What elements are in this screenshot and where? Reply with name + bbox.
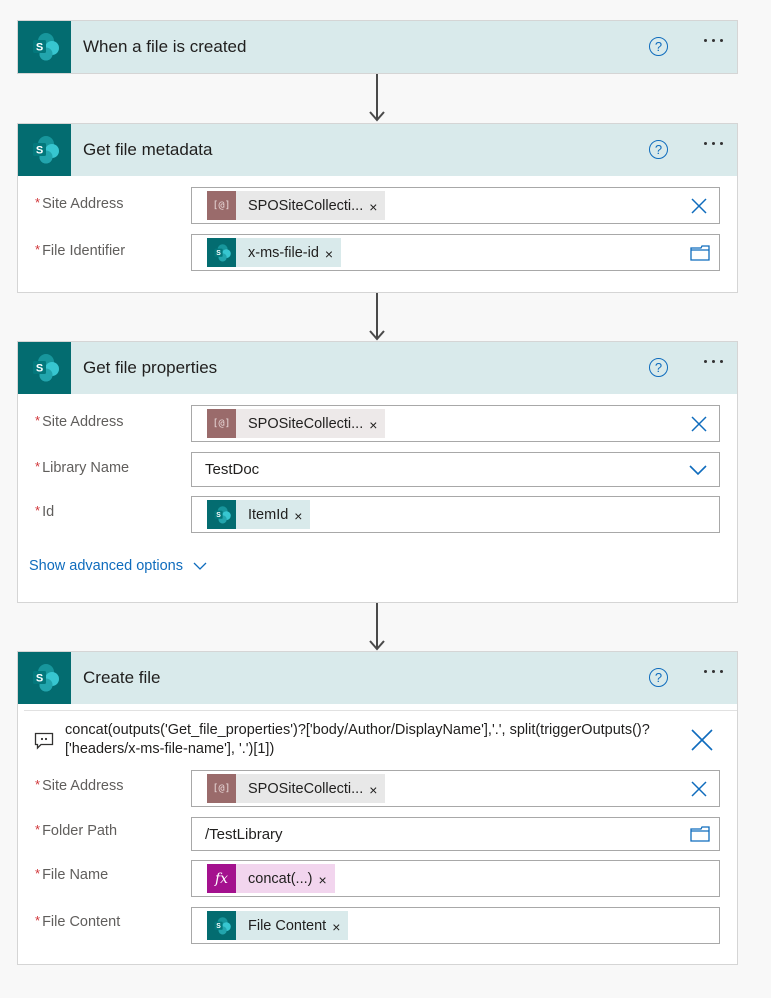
variable-icon: [@] [207,774,236,803]
expression-comment: concat(outputs('Get_file_properties')?['… [18,704,737,768]
field-label: * Library Name [35,459,130,476]
divider [24,710,737,711]
sharepoint-icon [18,652,71,704]
sharepoint-icon [207,500,236,529]
show-advanced-options-link[interactable]: Show advanced options [29,558,207,574]
folder-icon[interactable] [690,244,710,261]
site-address-input[interactable]: [@] SPOSiteCollecti... × [191,770,720,807]
step-title: Create file [83,668,161,687]
step-header[interactable]: Get file metadata ? [18,124,737,176]
more-ellipsis-icon[interactable] [704,360,723,363]
step-header[interactable]: Get file properties ? [18,342,737,394]
dynamic-token[interactable]: x-ms-file-id × [207,238,342,267]
more-ellipsis-icon[interactable] [704,670,723,673]
chevron-down-icon [193,562,207,570]
dynamic-token[interactable]: [@] SPOSiteCollecti... × [207,409,386,438]
remove-token-icon[interactable]: × [318,864,335,893]
remove-token-icon[interactable]: × [369,774,386,803]
comment-icon [34,732,54,755]
step-title: Get file metadata [83,140,213,159]
step-header[interactable]: When a file is created ? [18,21,737,73]
variable-icon: [@] [207,191,236,220]
sharepoint-icon [207,238,236,267]
help-circle-icon[interactable]: ? [649,37,668,56]
connector-arrow [369,603,385,651]
step-header[interactable]: Create file ? [18,652,737,704]
step-card-get-file-properties: Get file properties ? * Site Address [@] … [17,341,738,603]
id-input[interactable]: ItemId × [191,496,720,533]
help-circle-icon[interactable]: ? [649,140,668,159]
clear-icon[interactable] [691,415,707,432]
help-circle-icon[interactable]: ? [649,668,668,687]
step-title: Get file properties [83,358,218,377]
step-title: When a file is created [83,37,247,56]
dynamic-token[interactable]: fx concat(...) × [207,864,335,893]
more-ellipsis-icon[interactable] [704,142,723,145]
more-ellipsis-icon[interactable] [704,39,723,42]
sharepoint-icon [18,124,71,176]
dynamic-token[interactable]: ItemId × [207,500,311,529]
step-card-create-file: Create file ? concat(outputs('Get_file_p… [17,651,738,965]
clear-icon[interactable] [691,197,707,214]
sharepoint-icon [18,342,71,394]
file-content-input[interactable]: File Content × [191,907,720,944]
clear-icon[interactable] [691,780,707,797]
chevron-down-icon[interactable] [689,464,707,476]
remove-token-icon[interactable]: × [369,191,386,220]
dynamic-token[interactable]: [@] SPOSiteCollecti... × [207,774,386,803]
file-name-input[interactable]: fx concat(...) × [191,860,720,897]
field-label: * Site Address [35,777,124,794]
sharepoint-icon [207,911,236,940]
remove-token-icon[interactable]: × [324,238,342,267]
help-circle-icon[interactable]: ? [649,358,668,377]
dynamic-token[interactable]: File Content × [207,911,349,940]
remove-token-icon[interactable]: × [369,409,386,438]
site-address-input[interactable]: [@] SPOSiteCollecti... × [191,187,720,224]
field-label: * Site Address [35,413,124,430]
remove-token-icon[interactable]: × [332,911,349,940]
folder-path-input[interactable]: /TestLibrary [191,817,720,851]
site-address-input[interactable]: [@] SPOSiteCollecti... × [191,405,720,442]
field-label: * Folder Path [35,822,118,839]
field-label: * File Name [35,866,109,883]
field-label: * File Identifier [35,242,126,259]
variable-icon: [@] [207,409,236,438]
connector-arrow [369,74,385,122]
fx-icon: fx [207,864,236,893]
folder-icon[interactable] [690,826,710,842]
field-label: * Id [35,503,55,520]
field-label: * File Content [35,913,121,930]
remove-token-icon[interactable]: × [294,500,311,529]
sharepoint-icon [18,21,71,73]
field-label: * Site Address [35,195,124,212]
step-card-get-file-metadata: Get file metadata ? * Site Address [@] SP… [17,123,738,293]
close-icon[interactable] [691,729,713,756]
library-name-dropdown[interactable]: TestDoc [191,452,720,487]
dynamic-token[interactable]: [@] SPOSiteCollecti... × [207,191,386,220]
step-card-when-file-created[interactable]: When a file is created ? [17,20,738,74]
file-identifier-input[interactable]: x-ms-file-id × [191,234,720,271]
connector-arrow [369,293,385,341]
